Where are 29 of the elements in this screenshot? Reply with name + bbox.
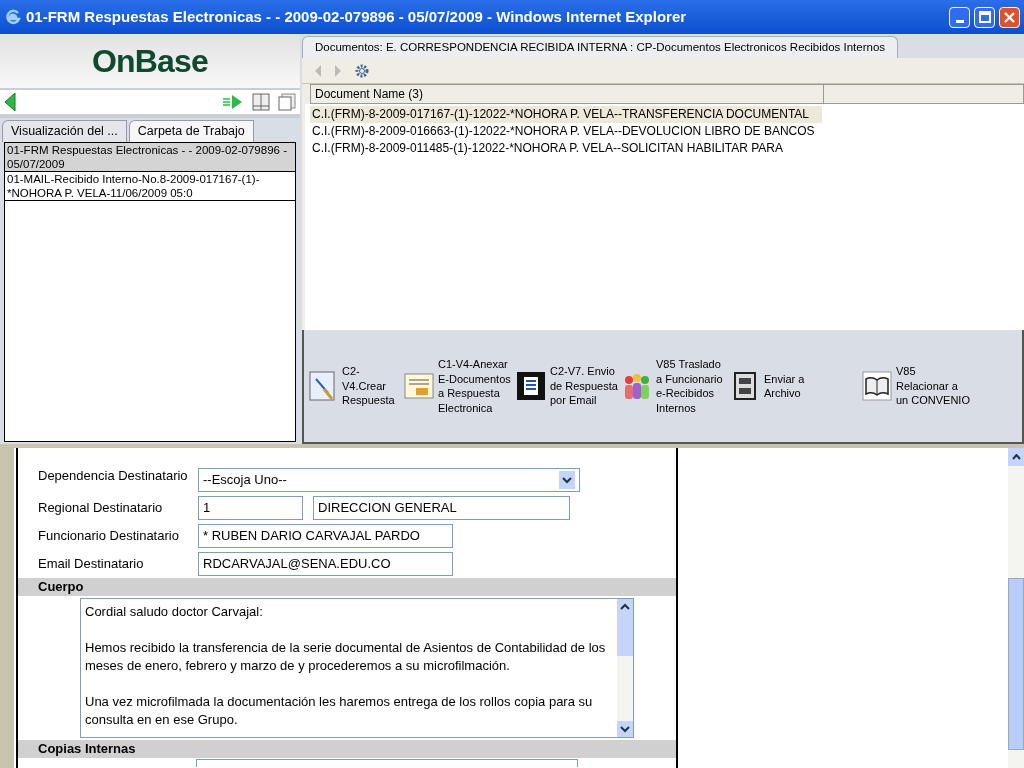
action-button[interactable]: V85 Relacionar a un CONVENIO — [862, 364, 970, 408]
field-label: Email Destinatario — [38, 555, 145, 574]
input-field[interactable]: * RUBEN DARIO CARVAJAL PARDO — [198, 524, 453, 548]
tab[interactable]: Visualización del ... — [2, 120, 127, 142]
action-button[interactable]: C1-V4-Anexar E-Documentos a Respuesta Electronica — [404, 357, 512, 415]
text-area[interactable]: Cordial saludo doctor Carvajal: Hemos recibido la transferencia de la serie documental de Asientos de Contabilidad de los meses de enero, febrero y marzo de y procederemos a su microfilmación. Una vez microfilmada la documentación les haremos entrega de los rollos copia para su consulta en en ese Grupo. — [80, 598, 634, 738]
column-header[interactable]: Document Name (3) — [310, 84, 824, 104]
field-label: Regional Destinatario — [38, 499, 164, 518]
documents-tab[interactable]: Documentos: E. CORRESPONDENCIA RECIBIDA INTERNA : CP-Documentos Electronicos Recibidos Internos — [302, 36, 899, 58]
action-button[interactable]: Enviar a Archivo — [730, 371, 818, 401]
action-button[interactable]: C2-V4.Crear Respuesta — [308, 364, 400, 408]
section-header: Cuerpo — [18, 578, 676, 596]
document-row[interactable]: C.I.(FRM)-8-2009-017167-(1)-12022-*NOHORA P. VELA--TRANSFERENCIA DOCUMENTAL — [310, 106, 822, 123]
action-button[interactable]: C2-V7. Envio de Respuesta por Email — [516, 364, 618, 408]
section-header: Copias Internas — [18, 740, 676, 758]
input-field[interactable]: RDCARVAJAL@SENA.EDU.CO — [198, 552, 453, 576]
onbase-logo: OnBase — [91, 42, 209, 81]
document-row[interactable]: C.I.(FRM)-8-2009-011485-(1)-12022-*NOHORA P. VELA--SOLICITAN HABILITAR PARA — [310, 140, 822, 157]
list-item[interactable]: 01-MAIL-Recibido Interno-No.8-2009-017167-(1)-*NOHORA P. VELA-11/06/2009 05:0 — [5, 172, 295, 201]
list-item[interactable]: 01-FRM Respuestas Electronicas - - 2009-02-079896 - 05/07/2009 — [5, 143, 295, 172]
field-label: Dependencia Destinatario — [38, 467, 189, 486]
window-title: 01-FRM Respuestas Electronicas - - 2009-02-079896 - 05/07/2009 - Windows Internet Explorer — [26, 6, 688, 27]
document-row[interactable]: C.I.(FRM)-8-2009-016663-(1)-12022-*NOHORA P. VELA--DEVOLUCION LIBRO DE BANCOS — [310, 123, 822, 140]
input-field[interactable]: 1 — [198, 496, 303, 520]
dropdown[interactable]: --Escoja Uno-- — [198, 468, 580, 492]
input-field[interactable]: DIRECCION GENERAL — [313, 496, 570, 520]
field-label: Funcionario Destinatario — [38, 527, 180, 546]
tab[interactable]: Carpeta de Trabajo — [128, 120, 254, 142]
action-button[interactable]: V85 Traslado a Funcionario e-Recibidos Internos — [622, 357, 726, 415]
